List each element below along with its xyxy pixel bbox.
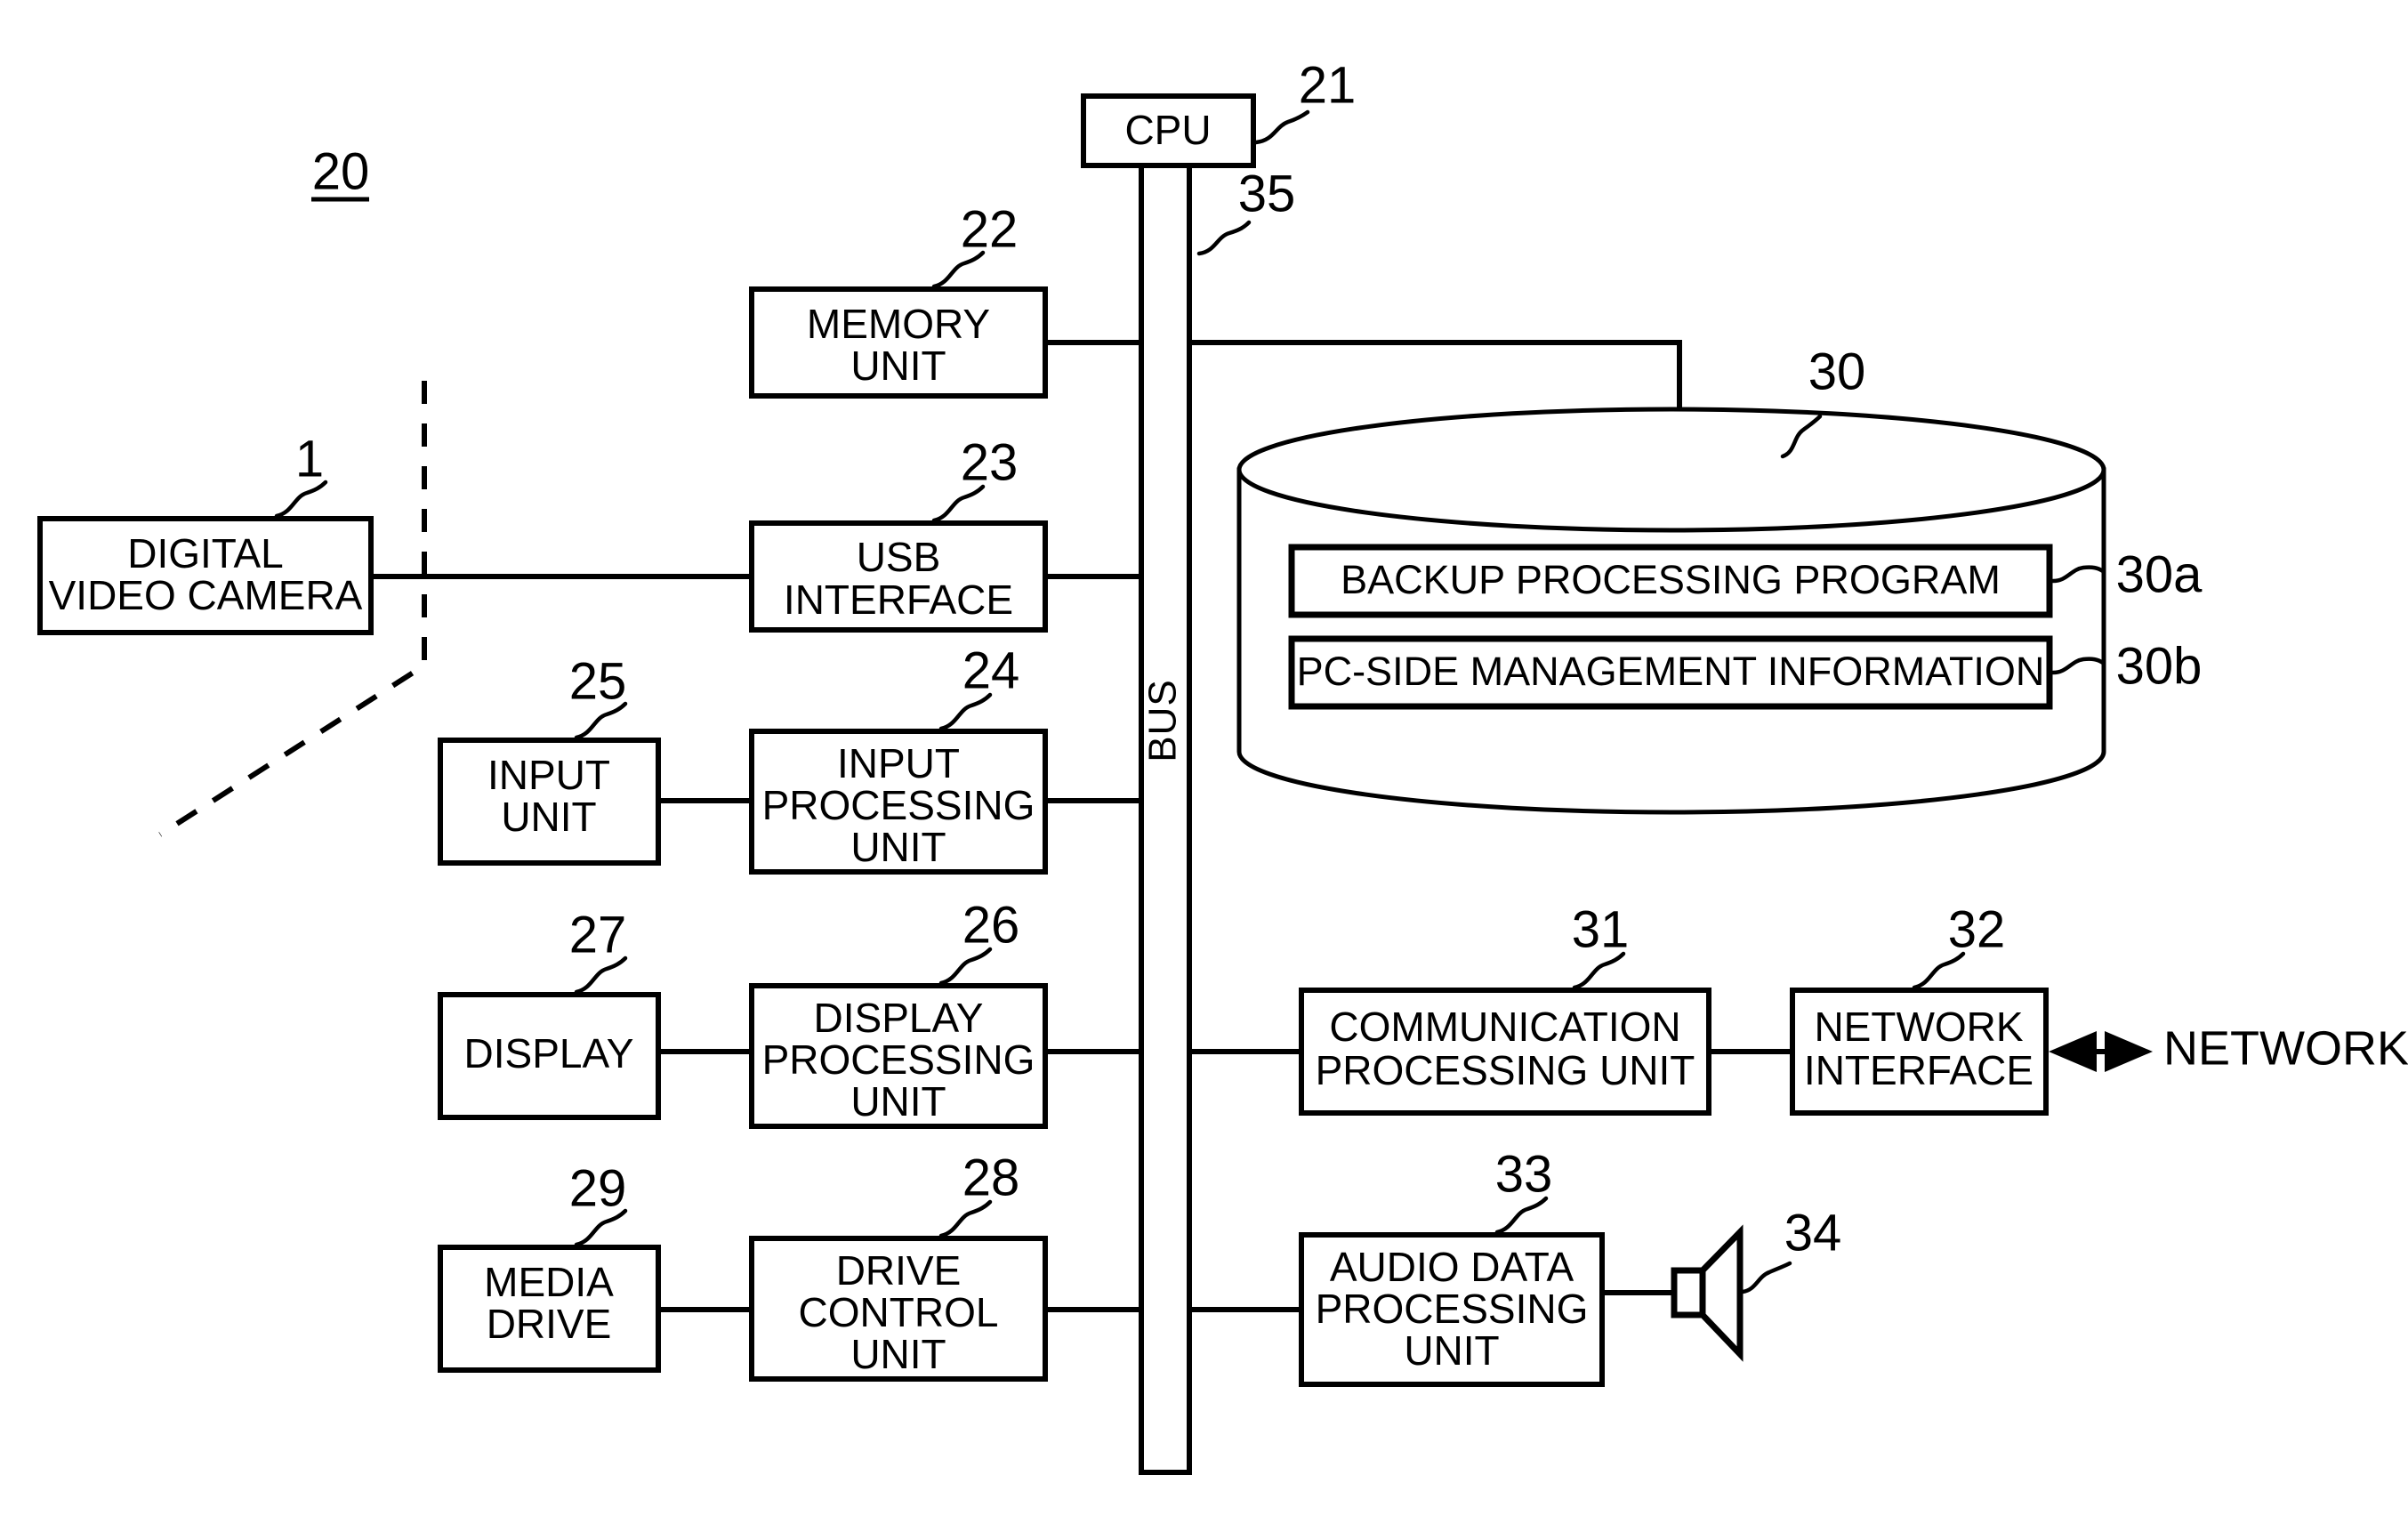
ref-number-21: 21 (1299, 56, 1357, 114)
leader-line-34 (1740, 1261, 1792, 1294)
network-arrow-head-right (2105, 1031, 2153, 1072)
communication-processing-unit-label-line1: COMMUNICATION (1329, 1004, 1680, 1050)
digital-video-camera-label-line2: VIDEO CAMERA (49, 572, 363, 618)
ref-number-30: 30 (1808, 343, 1866, 400)
backup-processing-program-label: BACKUP PROCESSING PROGRAM (1341, 557, 2001, 602)
network-interface-label-line2: INTERFACE (1804, 1047, 2034, 1093)
leader-line-31 (1572, 951, 1626, 990)
input-processing-unit-label-line3: UNIT (850, 824, 946, 870)
ref-number-33: 33 (1495, 1145, 1553, 1203)
drive-control-unit-label-line2: CONTROL (799, 1289, 999, 1335)
patent-block-diagram: BUS 35 CPU 21 20 MEMORY UNIT 22 USB INTE… (0, 0, 2408, 1532)
audio-data-processing-unit-label-line3: UNIT (1404, 1327, 1499, 1374)
ref-number-26: 26 (962, 896, 1020, 954)
media-drive-label-line1: MEDIA (484, 1259, 614, 1305)
input-processing-unit-label-line2: PROCESSING (762, 782, 1035, 828)
ref-number-32: 32 (1948, 900, 2006, 958)
ref-number-1: 1 (295, 430, 324, 488)
leader-line-33 (1494, 1196, 1549, 1235)
ref-number-23: 23 (961, 433, 1019, 491)
ref-number-30b: 30b (2116, 637, 2203, 695)
ref-number-35: 35 (1238, 165, 1296, 222)
ref-number-29: 29 (569, 1159, 627, 1217)
input-unit-label-line1: INPUT (487, 752, 610, 798)
ref-number-34: 34 (1784, 1204, 1842, 1262)
usb-interface-label-line2: INTERFACE (784, 577, 1013, 623)
figure-number: 20 (312, 142, 370, 200)
ref-number-30a: 30a (2116, 545, 2203, 603)
ref-number-25: 25 (569, 652, 627, 710)
communication-processing-unit-label-line2: PROCESSING UNIT (1316, 1047, 1695, 1093)
media-drive-label-line2: DRIVE (487, 1301, 612, 1347)
display-label: DISPLAY (464, 1030, 634, 1076)
memory-unit-label-line2: UNIT (850, 343, 946, 389)
audio-data-processing-unit-label-line2: PROCESSING (1316, 1286, 1589, 1332)
usb-interface-label-line1: USB (857, 534, 941, 580)
drive-control-unit-label-line3: UNIT (850, 1331, 946, 1377)
ref-number-27: 27 (569, 906, 627, 964)
storage-cylinder-top (1236, 407, 2106, 533)
speaker-cone (1699, 1224, 1744, 1362)
diagram-canvas: BUS 35 CPU 21 20 MEMORY UNIT 22 USB INTE… (37, 56, 2408, 1475)
leader-line-24 (938, 692, 993, 731)
speaker-magnet (1671, 1267, 1706, 1318)
network-arrow-head-left (2049, 1031, 2097, 1072)
ref-number-22: 22 (961, 200, 1019, 258)
leader-line-26 (938, 947, 993, 986)
drive-control-unit-label-line1: DRIVE (836, 1247, 962, 1294)
ref-number-31: 31 (1572, 900, 1630, 958)
leader-line-23 (931, 484, 986, 523)
leader-line-35 (1196, 220, 1252, 256)
network-interface-label-line1: NETWORK (1814, 1004, 2023, 1050)
leader-line-32 (1912, 951, 1966, 990)
bus-bar (1139, 162, 1192, 1475)
input-processing-unit-label-line1: INPUT (837, 740, 960, 786)
input-unit-label-line2: UNIT (501, 794, 596, 840)
memory-unit-label-line1: MEMORY (807, 301, 990, 347)
cpu-label: CPU (1124, 107, 1211, 153)
ref-number-28: 28 (962, 1149, 1020, 1206)
audio-data-processing-unit-label-line1: AUDIO DATA (1330, 1244, 1574, 1290)
pc-side-management-information-label: PC-SIDE MANAGEMENT INFORMATION (1297, 649, 2045, 694)
bus-label: BUS (1141, 679, 1185, 762)
leader-line-28 (938, 1199, 993, 1238)
display-processing-unit-label-line3: UNIT (850, 1078, 946, 1125)
leader-line-21 (1253, 109, 1310, 145)
network-external-label: NETWORK (2163, 1021, 2408, 1075)
digital-video-camera-label-line1: DIGITAL (127, 530, 284, 577)
ref-number-24: 24 (962, 641, 1020, 699)
display-processing-unit-label-line2: PROCESSING (762, 1036, 1035, 1083)
display-processing-unit-label-line1: DISPLAY (814, 995, 984, 1041)
